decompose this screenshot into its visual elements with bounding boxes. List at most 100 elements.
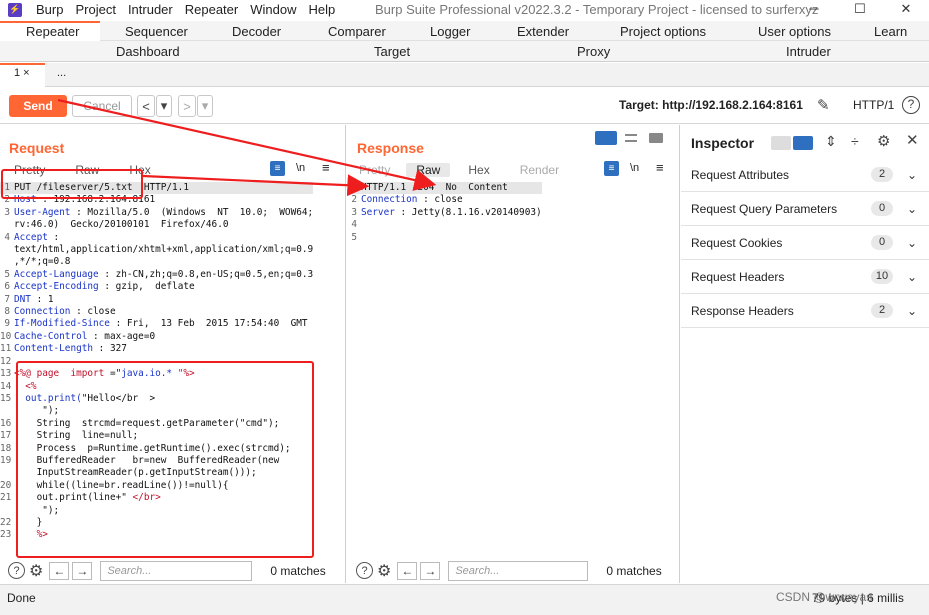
line-number: 18 bbox=[0, 442, 12, 454]
inspector-layout-list-icon[interactable] bbox=[771, 136, 791, 150]
tab-sequencer[interactable]: Sequencer bbox=[125, 24, 188, 39]
request-menu-icon[interactable]: ≡ bbox=[322, 160, 330, 175]
line-number: 7 bbox=[4, 293, 10, 305]
tab-decoder[interactable]: Decoder bbox=[232, 24, 281, 39]
code-token: Connection bbox=[361, 194, 418, 206]
response-editor[interactable]: 1 HTTP/1.1 204 No Content 2 Connection : cl… bbox=[347, 182, 542, 244]
target-label: Target: http://192.168.2.164:8161 bbox=[619, 98, 803, 112]
response-tab-raw[interactable]: Raw bbox=[406, 163, 451, 177]
line-number: 8 bbox=[4, 306, 10, 318]
line-number: 22 bbox=[0, 516, 12, 528]
cancel-button[interactable]: Cancel bbox=[72, 95, 132, 117]
menu-project[interactable]: Project bbox=[75, 2, 115, 17]
inspector-section-response-headers[interactable]: Response Headers 2 ⌄ bbox=[681, 294, 929, 328]
word-wrap-icon[interactable]: ≡ bbox=[270, 161, 285, 176]
tab-dashboard[interactable]: Dashboard bbox=[116, 44, 180, 59]
repeater-tab-1[interactable]: 1 × bbox=[14, 67, 30, 79]
code-token: HTTP/1.1 204 No Content bbox=[361, 182, 508, 193]
response-tab-hex[interactable]: Hex bbox=[468, 163, 489, 177]
menu-intruder[interactable]: Intruder bbox=[128, 2, 173, 17]
minimize-button[interactable]: ─ bbox=[791, 0, 837, 18]
request-search-input[interactable]: Search... bbox=[100, 560, 253, 581]
tab-repeater[interactable]: Repeater bbox=[26, 24, 79, 39]
back-button[interactable]: < bbox=[137, 95, 155, 117]
chevron-down-icon: ⌄ bbox=[907, 303, 918, 318]
code-line: 1 HTTP/1.1 204 No Content bbox=[347, 182, 542, 195]
menu-help[interactable]: Help bbox=[308, 2, 335, 17]
code-token: : Fri, 13 Feb 2015 17:54:40 GMT bbox=[109, 318, 308, 330]
tab-user-options[interactable]: User options bbox=[758, 24, 831, 39]
close-button[interactable]: ✕ bbox=[883, 0, 929, 18]
line-number: 5 bbox=[4, 268, 10, 280]
code-token: Content-Length bbox=[14, 343, 94, 355]
repeater-tabs bbox=[0, 63, 929, 87]
section-label: Request Attributes bbox=[691, 167, 790, 182]
menu-repeater[interactable]: Repeater bbox=[185, 2, 238, 17]
maximize-button[interactable]: ☐ bbox=[837, 0, 883, 18]
layout-tabs-icon[interactable] bbox=[649, 133, 663, 143]
line-number: 5 bbox=[351, 231, 357, 243]
response-menu-icon[interactable]: ≡ bbox=[656, 160, 664, 175]
tab-extender[interactable]: Extender bbox=[517, 24, 569, 39]
code-line: 7 DNT : 1 bbox=[0, 294, 313, 306]
edit-target-icon[interactable]: ✎ bbox=[817, 96, 830, 114]
code-line: 11 Content-Length : 327 bbox=[0, 343, 313, 355]
inspector-section-request-query-parameters[interactable]: Request Query Parameters 0 ⌄ bbox=[681, 192, 929, 226]
tab-logger[interactable]: Logger bbox=[430, 24, 470, 39]
back-history-dropdown[interactable]: ▾ bbox=[156, 95, 172, 117]
section-label: Request Query Parameters bbox=[691, 201, 838, 216]
tab-project-options[interactable]: Project options bbox=[620, 24, 706, 39]
code-token: text/html,application/xhtml+xml,applicat… bbox=[14, 244, 314, 256]
code-line: rv:46.0) Gecko/20100101 Firefox/46.0 bbox=[0, 219, 313, 231]
newline-toggle[interactable]: \n bbox=[296, 162, 305, 174]
response-pane: Response Pretty Raw Hex Render ≡ \n ≡ 1H… bbox=[347, 125, 680, 583]
help-icon[interactable]: ? bbox=[356, 562, 373, 579]
inspector-section-request-attributes[interactable]: Request Attributes 2 ⌄ bbox=[681, 158, 929, 192]
code-token: : zh-CN,zh;q=0.8,en-US;q=0.5,en;q=0.3 bbox=[98, 268, 314, 280]
inspector-section-request-headers[interactable]: Request Headers 10 ⌄ bbox=[681, 260, 929, 294]
expand-all-icon[interactable]: ⇕ bbox=[825, 133, 837, 150]
response-tab-render[interactable]: Render bbox=[520, 163, 559, 177]
code-token: : 1 bbox=[30, 293, 54, 305]
help-icon[interactable]: ? bbox=[902, 96, 920, 114]
menu-window[interactable]: Window bbox=[250, 2, 296, 17]
section-label: Request Cookies bbox=[691, 235, 783, 250]
tab-comparer[interactable]: Comparer bbox=[328, 24, 386, 39]
inspector-layout-split-icon[interactable] bbox=[793, 136, 813, 150]
forward-button[interactable]: > bbox=[178, 95, 196, 117]
inspector-close-icon[interactable]: ✕ bbox=[906, 131, 919, 149]
tab-proxy[interactable]: Proxy bbox=[577, 44, 610, 59]
code-token: : gzip, deflate bbox=[98, 281, 195, 293]
layout-side-by-side-icon[interactable] bbox=[595, 131, 617, 145]
response-title: Response bbox=[357, 140, 424, 156]
forward-history-dropdown[interactable]: ▾ bbox=[197, 95, 213, 117]
collapse-all-icon[interactable]: ÷ bbox=[851, 133, 859, 149]
http-version-toggle[interactable]: HTTP/1 bbox=[853, 98, 894, 112]
tab-target[interactable]: Target bbox=[374, 44, 410, 59]
previous-match-button[interactable]: ← bbox=[397, 561, 418, 580]
previous-match-button[interactable]: ← bbox=[49, 561, 70, 580]
watermark: CSDN @wrwayas bbox=[776, 590, 873, 604]
tab-learn[interactable]: Learn bbox=[874, 24, 907, 39]
code-token: DNT bbox=[14, 293, 31, 305]
code-line: 2 Connection : close bbox=[347, 194, 542, 206]
next-match-button[interactable]: → bbox=[420, 561, 441, 580]
menu-burp[interactable]: Burp bbox=[36, 2, 63, 17]
inspector-settings-icon[interactable]: ⚙ bbox=[877, 132, 890, 150]
settings-icon[interactable]: ⚙ bbox=[29, 561, 43, 581]
response-search-input[interactable]: Search... bbox=[448, 560, 589, 581]
code-token: : Jetty(8.1.16.v20140903) bbox=[394, 206, 542, 218]
repeater-tab-new[interactable]: ... bbox=[57, 67, 66, 79]
next-match-button[interactable]: → bbox=[72, 561, 93, 580]
burp-window: ⚡ Burp Project Intruder Repeater Window … bbox=[0, 0, 929, 615]
send-button[interactable]: Send bbox=[9, 95, 67, 117]
response-word-wrap-icon[interactable]: ≡ bbox=[604, 161, 619, 176]
tab-intruder[interactable]: Intruder bbox=[786, 44, 831, 59]
help-icon[interactable]: ? bbox=[8, 562, 25, 579]
section-count-badge: 10 bbox=[871, 269, 893, 284]
inspector-section-request-cookies[interactable]: Request Cookies 0 ⌄ bbox=[681, 226, 929, 260]
layout-stacked-icon[interactable] bbox=[625, 134, 637, 142]
response-tab-pretty[interactable]: Pretty bbox=[359, 163, 390, 177]
settings-icon[interactable]: ⚙ bbox=[377, 561, 391, 581]
response-newline-toggle[interactable]: \n bbox=[630, 162, 639, 174]
